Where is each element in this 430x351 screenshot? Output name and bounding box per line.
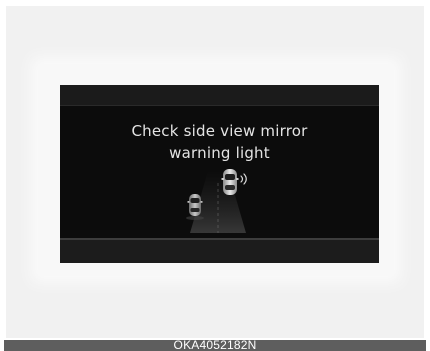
car-shadow — [186, 216, 204, 220]
blind-spot-warning-icon — [186, 169, 247, 233]
cluster-display: Check side view mirror warning light — [60, 85, 379, 263]
approaching-car-icon — [187, 194, 203, 216]
display-bottom-band — [60, 240, 379, 263]
warning-message: Check side view mirror warning light — [60, 120, 379, 164]
display-top-band — [60, 85, 379, 105]
figure-code: OKA4052182N — [173, 338, 257, 351]
warning-message-line-2: warning light — [169, 144, 270, 162]
own-car-icon — [221, 169, 239, 195]
manual-figure: Check side view mirror warning light OKA… — [0, 0, 430, 351]
display-top-divider — [60, 105, 379, 106]
warning-wave-icon — [240, 173, 247, 185]
figure-caption-bar: OKA4052182N — [4, 338, 426, 351]
warning-message-line-1: Check side view mirror — [131, 122, 308, 140]
